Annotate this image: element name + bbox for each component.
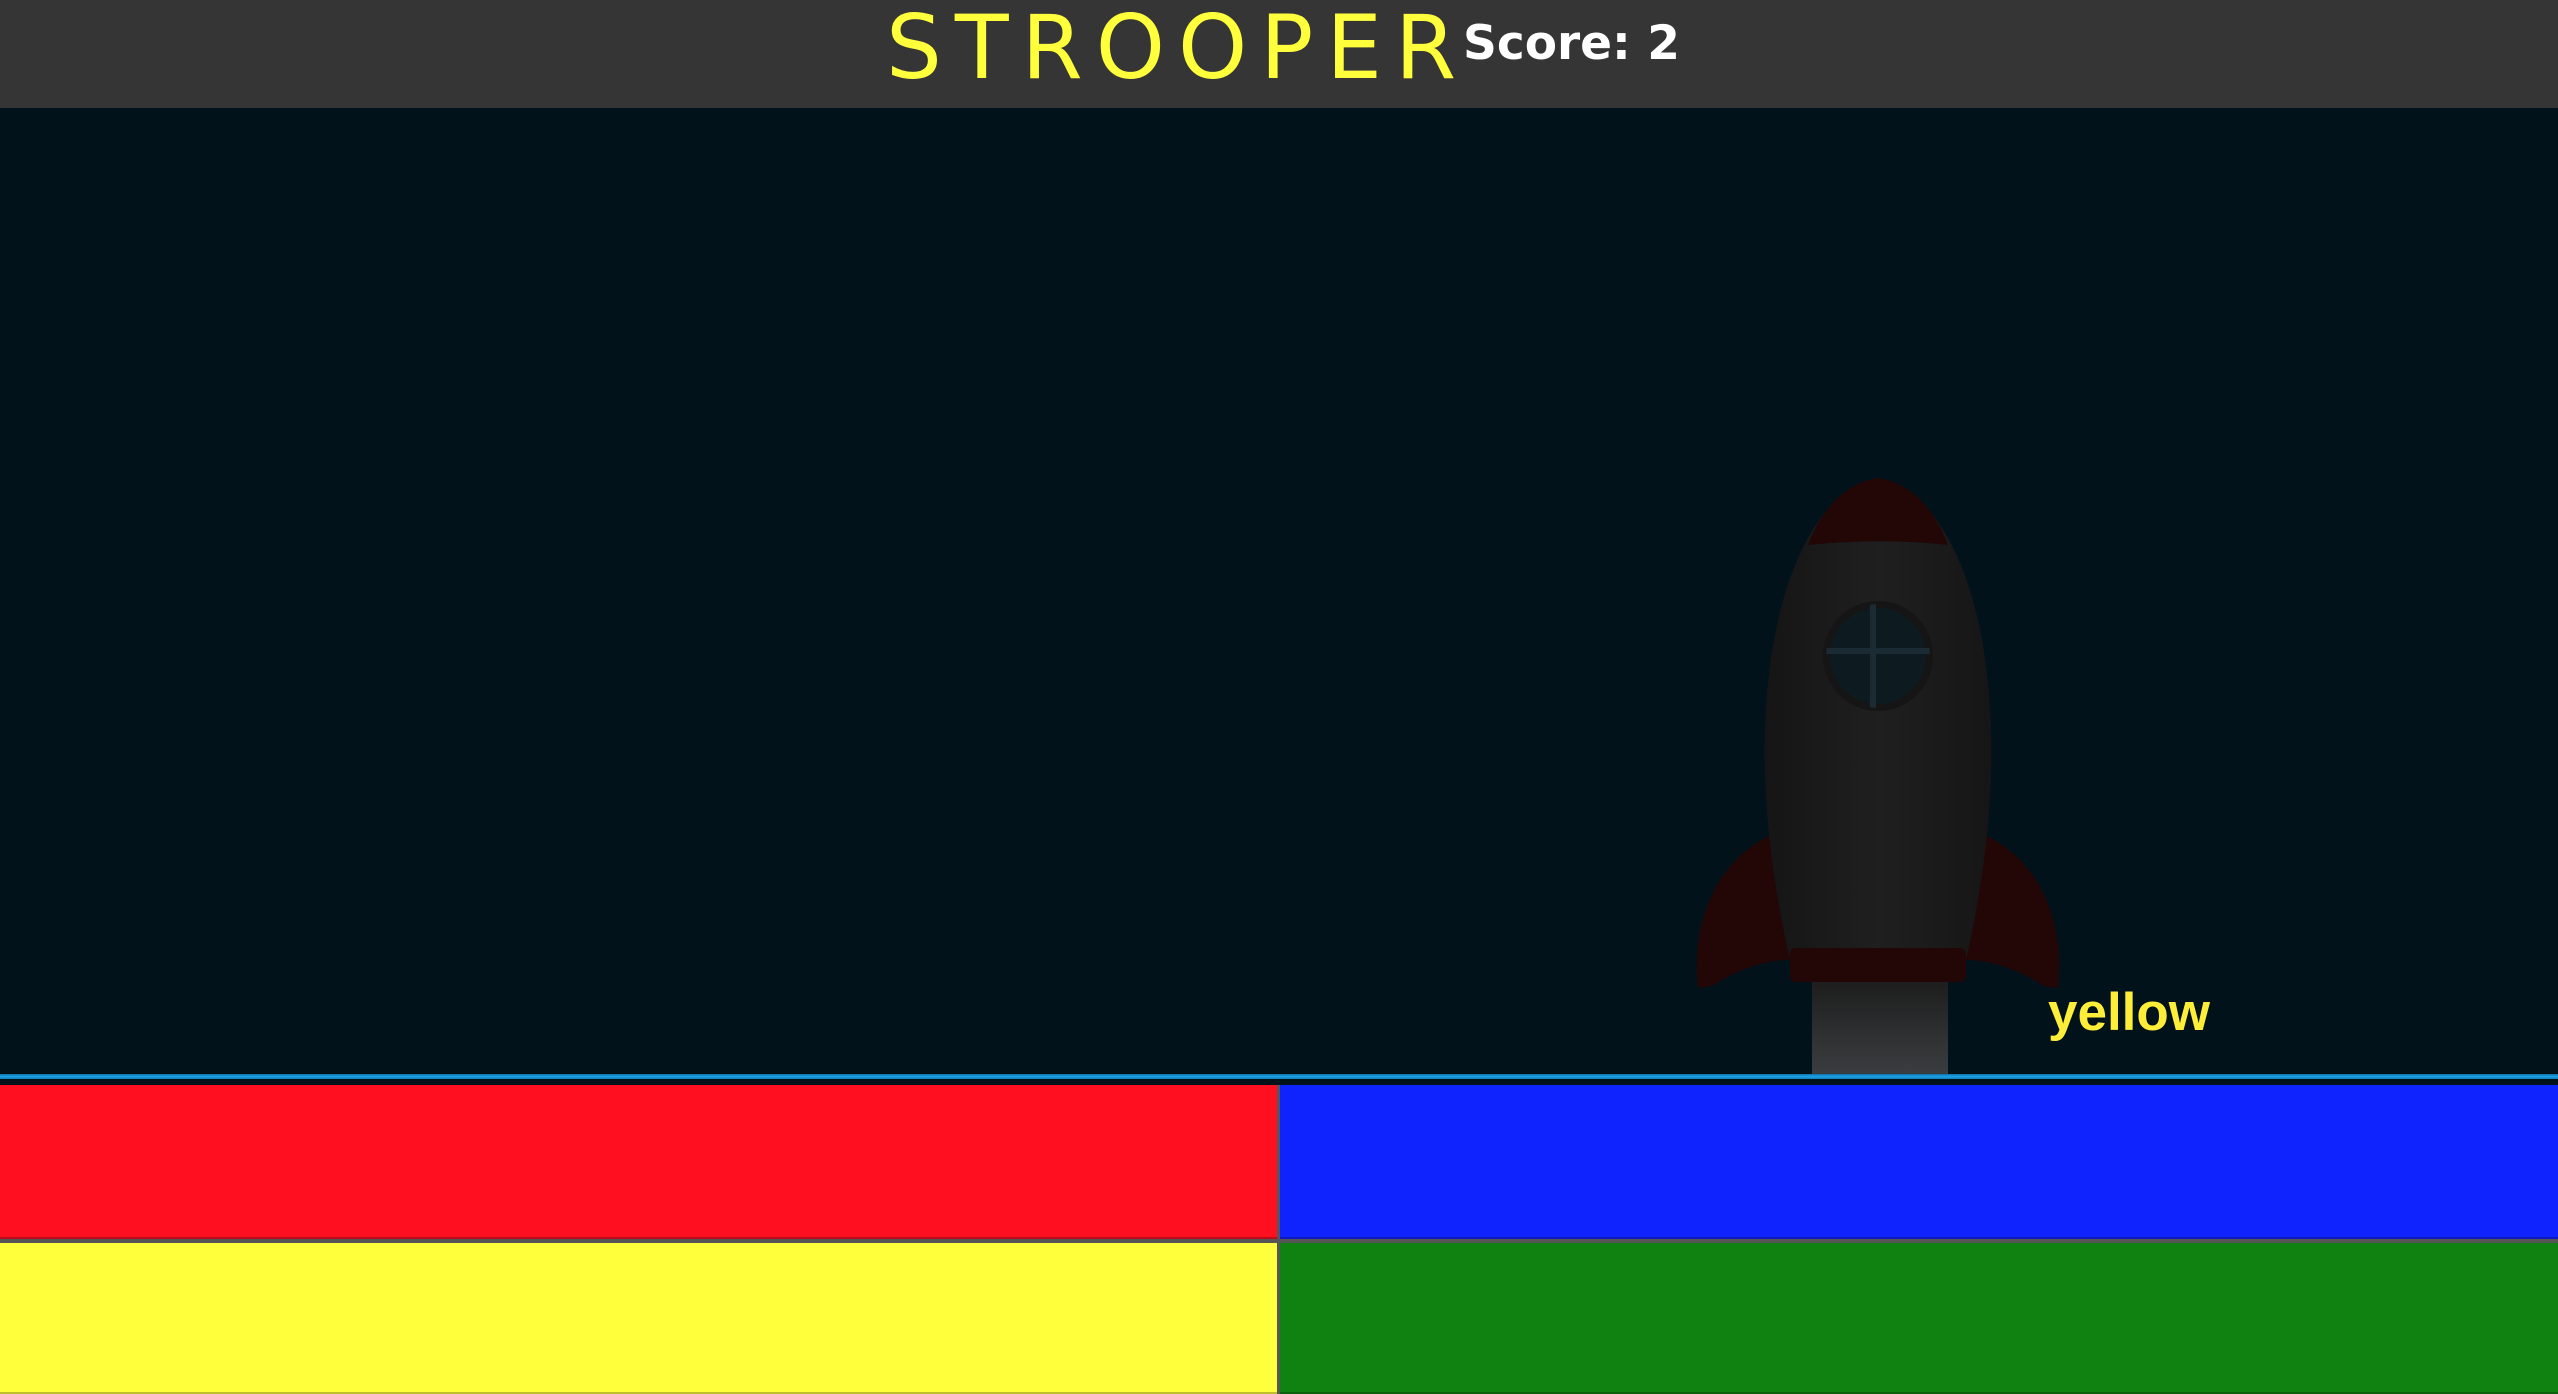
stroop-word: yellow xyxy=(2048,983,2211,1042)
rocket-window xyxy=(1830,608,1926,704)
green-color-button[interactable] xyxy=(1280,1243,2558,1394)
rocket-body xyxy=(1764,478,1992,968)
red-color-button[interactable] xyxy=(0,1085,1277,1239)
header-bar: STROOPER Score: 2 xyxy=(0,0,2558,108)
score-display: Score: 2 xyxy=(1463,16,1680,71)
rocket-nose-cone xyxy=(1808,478,1948,545)
yellow-color-button[interactable] xyxy=(0,1243,1277,1394)
game-playfield: yellow xyxy=(0,108,2558,1079)
rocket-icon xyxy=(1696,478,2060,988)
game-scene xyxy=(0,478,2558,1079)
rocket-exhaust xyxy=(1812,978,1948,1079)
color-button-grid xyxy=(0,1085,2558,1394)
ground-strip xyxy=(0,1074,2558,1079)
blue-color-button[interactable] xyxy=(1280,1085,2558,1239)
rocket-base-band xyxy=(1790,948,1966,982)
game-title: STROOPER xyxy=(886,0,1470,99)
